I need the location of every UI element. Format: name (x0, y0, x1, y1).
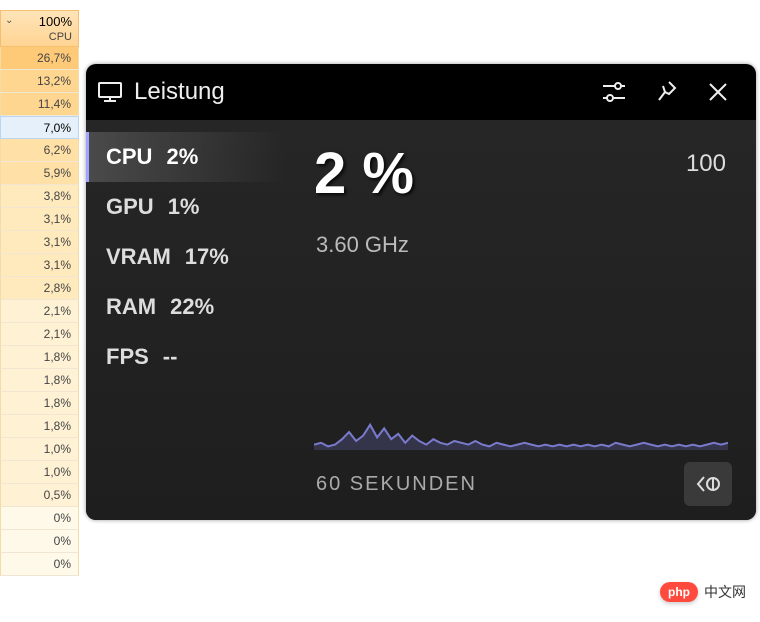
chevron-down-icon: ⌄ (5, 15, 13, 27)
monitor-icon (98, 82, 122, 102)
metric-gpu[interactable]: GPU 1% (86, 182, 286, 232)
cpu-row[interactable]: 2,8% (0, 277, 79, 300)
pin-icon[interactable] (640, 80, 692, 104)
metric-label: VRAM (106, 244, 171, 270)
settings-icon[interactable] (588, 81, 640, 103)
cpu-row[interactable]: 1,8% (0, 392, 79, 415)
cpu-row[interactable]: 1,8% (0, 369, 79, 392)
metric-value: 2% (166, 144, 198, 170)
cpu-row[interactable]: 0% (0, 530, 79, 553)
metric-value: 1% (168, 194, 200, 220)
watermark-pill: php (660, 582, 698, 602)
cpu-row[interactable]: 1,8% (0, 415, 79, 438)
watermark: php 中文网 (660, 582, 746, 602)
metric-vram[interactable]: VRAM 17% (86, 232, 286, 282)
cpu-row[interactable]: 13,2% (0, 70, 79, 93)
cpu-row[interactable]: 1,8% (0, 346, 79, 369)
metric-label: GPU (106, 194, 154, 220)
y-axis-min-button[interactable] (684, 462, 732, 506)
watermark-text: 中文网 (704, 582, 746, 602)
metric-label: FPS (106, 344, 149, 370)
cpu-column-label: CPU (5, 31, 72, 44)
metric-label: RAM (106, 294, 156, 320)
cpu-row[interactable]: 2,1% (0, 300, 79, 323)
taskmgr-cpu-column: ⌄ 100% CPU 26,7%13,2%11,4%7,0%6,2%5,9%3,… (0, 10, 79, 576)
cpu-row[interactable]: 1,0% (0, 461, 79, 484)
cpu-row[interactable]: 0% (0, 553, 79, 576)
metric-ram[interactable]: RAM 22% (86, 282, 286, 332)
cpu-row[interactable]: 0% (0, 507, 79, 530)
widget-title: Leistung (134, 78, 588, 106)
selected-metric-value: 2 % (314, 140, 414, 207)
cpu-row[interactable]: 3,1% (0, 254, 79, 277)
widget-titlebar[interactable]: Leistung (86, 64, 756, 120)
chart-pane: 2 % 100 3.60 GHz 60 SEKUNDEN (286, 120, 756, 520)
widget-body: CPU 2% GPU 1% VRAM 17% RAM 22% FPS -- 2 % 100 3.6… (86, 120, 756, 520)
performance-widget: Leistung CPU 2% GPU 1% VRAM 17% RAM 22% FPS -- 2 … (86, 64, 756, 520)
usage-chart (314, 270, 728, 450)
metric-fps[interactable]: FPS -- (86, 332, 286, 382)
cpu-frequency: 3.60 GHz (316, 232, 409, 258)
close-icon[interactable] (692, 81, 744, 103)
metric-value: -- (163, 344, 178, 370)
cpu-row[interactable]: 3,8% (0, 185, 79, 208)
y-axis-max: 100 (686, 150, 726, 178)
cpu-row[interactable]: 0,5% (0, 484, 79, 507)
cpu-total-percent: 100% (39, 14, 72, 29)
metric-cpu[interactable]: CPU 2% (86, 132, 286, 182)
cpu-row[interactable]: 7,0% (0, 116, 79, 139)
cpu-row[interactable]: 5,9% (0, 162, 79, 185)
cpu-column-header[interactable]: ⌄ 100% CPU (0, 10, 79, 47)
metric-value: 22% (170, 294, 214, 320)
metric-label: CPU (106, 144, 152, 170)
cpu-row[interactable]: 1,0% (0, 438, 79, 461)
metric-value: 17% (185, 244, 229, 270)
x-axis-label: 60 SEKUNDEN (316, 473, 477, 496)
cpu-row[interactable]: 6,2% (0, 139, 79, 162)
cpu-row[interactable]: 2,1% (0, 323, 79, 346)
cpu-row[interactable]: 3,1% (0, 208, 79, 231)
metric-list: CPU 2% GPU 1% VRAM 17% RAM 22% FPS -- (86, 120, 286, 520)
cpu-row[interactable]: 11,4% (0, 93, 79, 116)
cpu-row[interactable]: 3,1% (0, 231, 79, 254)
cpu-row[interactable]: 26,7% (0, 47, 79, 70)
